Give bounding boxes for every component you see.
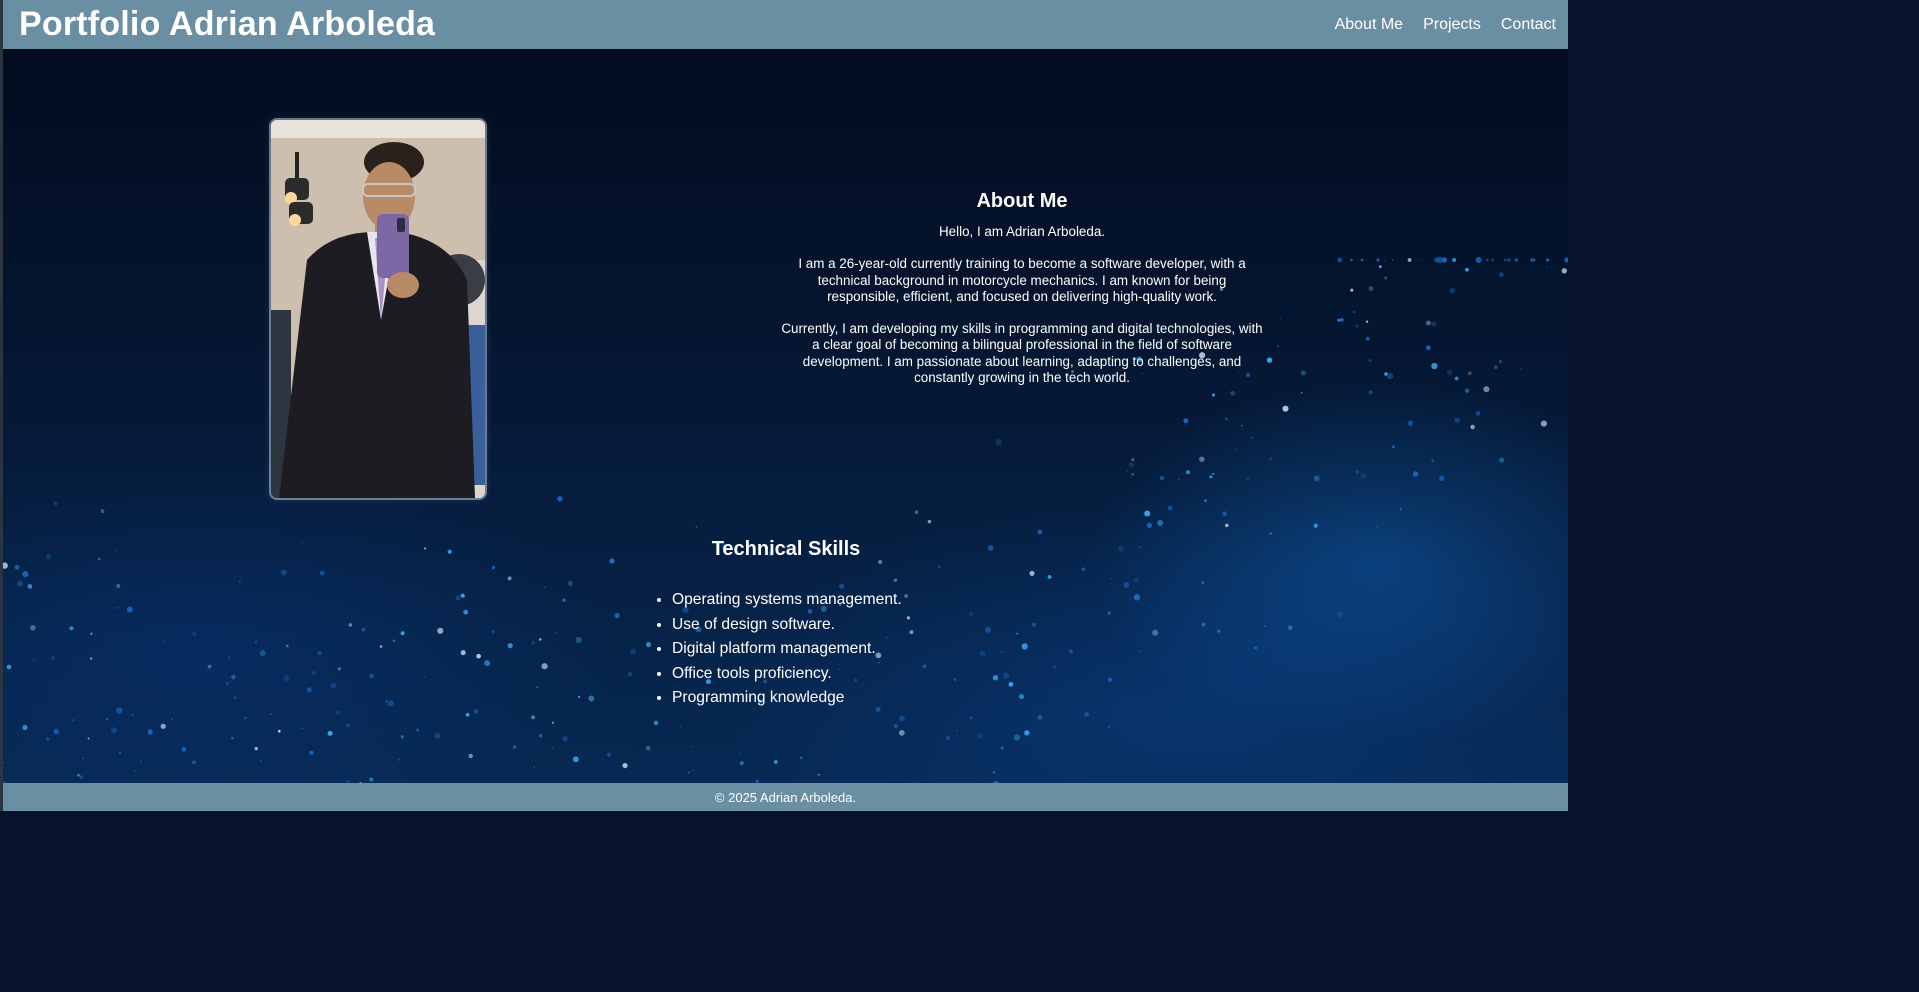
about-section: About Me Hello, I am Adrian Arboleda. I … xyxy=(780,190,1264,402)
skills-list: Operating systems management. Use of des… xyxy=(632,588,902,711)
about-paragraph-background: I am a 26-year-old currently training to… xyxy=(798,256,1246,304)
site-footer: © 2025 Adrian Arboleda. xyxy=(3,783,1568,811)
skills-heading: Technical Skills xyxy=(711,538,861,560)
about-paragraph-goals: Currently, I am developing my skills in … xyxy=(781,321,1263,386)
copyright-text: © 2025 Adrian Arboleda. xyxy=(714,789,857,805)
skill-item: Office tools proficiency. xyxy=(672,662,902,687)
site-header: Portfolio Adrian Arboleda About Me Proje… xyxy=(3,0,1568,49)
nav-link-projects[interactable]: Projects xyxy=(1423,16,1481,34)
about-heading: About Me xyxy=(976,190,1068,212)
nav-link-about-me[interactable]: About Me xyxy=(1335,16,1403,34)
skill-item: Programming knowledge xyxy=(672,686,902,711)
nav-link-contact[interactable]: Contact xyxy=(1501,16,1556,34)
window-edge xyxy=(0,0,3,811)
site-title: Portfolio Adrian Arboleda xyxy=(19,5,436,43)
main-nav: About Me Projects Contact xyxy=(1335,16,1556,34)
about-greeting: Hello, I am Adrian Arboleda. xyxy=(939,224,1105,239)
profile-photo xyxy=(271,120,485,498)
skill-item: Operating systems management. xyxy=(672,588,902,613)
skill-item: Use of design software. xyxy=(672,613,902,638)
skill-item: Digital platform management. xyxy=(672,637,902,662)
